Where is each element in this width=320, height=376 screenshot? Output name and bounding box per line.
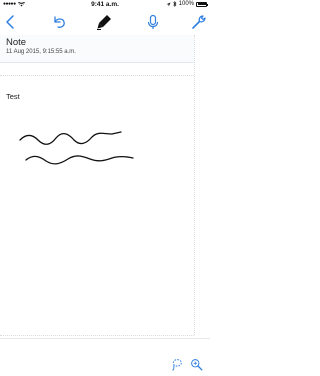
status-right-group: 100% xyxy=(166,1,208,7)
pen-tool-button[interactable] xyxy=(95,13,113,31)
note-title[interactable]: Note xyxy=(6,37,26,48)
undo-icon xyxy=(54,16,65,28)
microphone-icon xyxy=(147,14,159,29)
battery-icon xyxy=(196,1,208,7)
zoom-in-icon xyxy=(190,358,202,370)
lasso-button[interactable] xyxy=(168,356,184,372)
ink-stroke-2 xyxy=(25,155,134,165)
status-bar: ●●●●● 9:41 a.m. 100% xyxy=(0,0,210,10)
page-bottom-margin-line xyxy=(0,335,194,336)
location-arrow-icon xyxy=(166,2,171,6)
page-top-margin-line xyxy=(0,75,194,76)
lasso-icon xyxy=(171,358,182,371)
note-text[interactable]: Test xyxy=(6,92,20,101)
bottom-toolbar xyxy=(0,350,210,376)
settings-button[interactable] xyxy=(190,13,208,31)
note-date: 11 Aug 2015, 9:15:55 a.m. xyxy=(6,49,76,55)
pen-icon xyxy=(97,15,111,30)
chevron-left-icon xyxy=(6,15,14,29)
bluetooth-icon xyxy=(172,1,177,7)
wrench-icon xyxy=(192,15,206,29)
bottom-divider xyxy=(0,338,210,339)
back-button[interactable] xyxy=(2,13,20,31)
note-header: Note 11 Aug 2015, 9:15:55 a.m. xyxy=(0,35,194,63)
zoom-button[interactable] xyxy=(188,356,204,372)
page-right-margin-line xyxy=(194,35,196,335)
battery-percent: 100% xyxy=(178,1,194,7)
ink-stroke-1 xyxy=(19,131,122,145)
microphone-button[interactable] xyxy=(144,13,162,31)
undo-button[interactable] xyxy=(50,13,68,31)
handwriting-strokes xyxy=(19,131,134,165)
note-canvas[interactable] xyxy=(0,63,194,338)
top-toolbar xyxy=(0,11,210,33)
